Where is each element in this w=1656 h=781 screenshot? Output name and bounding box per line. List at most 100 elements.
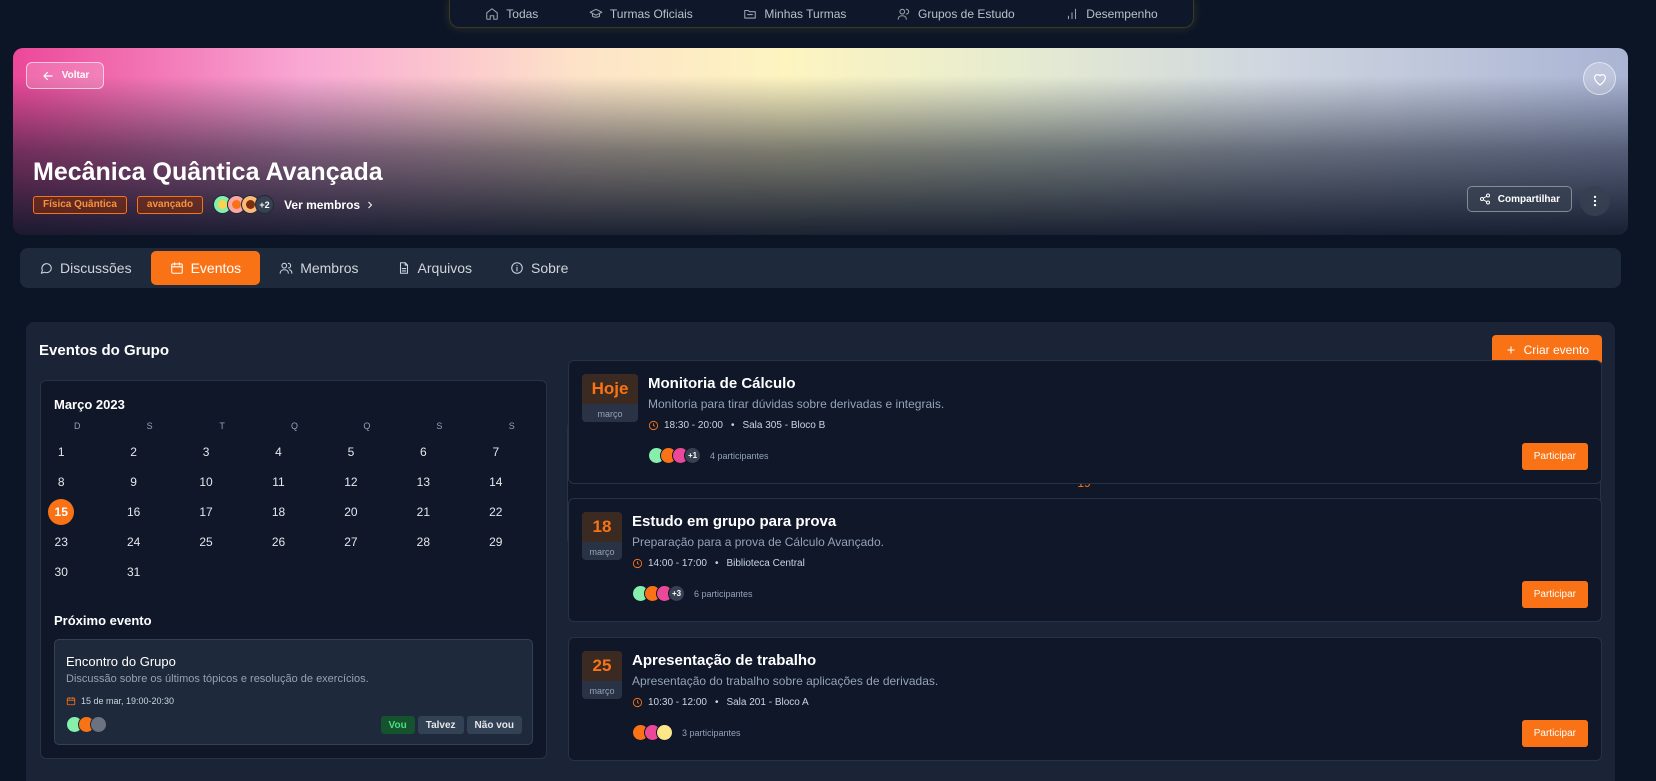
tab-label: Membros <box>300 260 359 276</box>
calendar-day[interactable]: 5 <box>315 437 387 467</box>
calendar-day[interactable]: 4 <box>242 437 314 467</box>
create-event-label: Criar evento <box>1523 343 1589 357</box>
topnav-item-label: Grupos de Estudo <box>917 6 1015 21</box>
calendar-day[interactable]: 9 <box>97 467 169 497</box>
event-month: março <box>597 409 623 419</box>
calendar-day[interactable]: 10 <box>170 467 242 497</box>
next-event-date: 15 de mar, 19:00-20:30 <box>66 696 174 706</box>
calendar-day[interactable]: 30 <box>25 557 97 587</box>
calendar-day[interactable]: 27 <box>315 527 387 557</box>
info-icon <box>511 262 523 274</box>
folder-icon <box>744 9 757 19</box>
tab-eventos[interactable]: Eventos <box>150 251 261 285</box>
calendar-day[interactable]: 2 <box>97 437 169 467</box>
separator-dot: • <box>714 697 719 708</box>
separator-dot: • <box>730 420 735 431</box>
calendar-day[interactable]: 18 <box>242 497 314 527</box>
calendar-day[interactable]: 21 <box>387 497 459 527</box>
topnav-item-desempenho[interactable]: Desempenho <box>1065 7 1158 21</box>
calendar-day[interactable]: 1 <box>25 437 97 467</box>
calendar-day[interactable]: 8 <box>25 467 97 497</box>
rsvp-maybe-button[interactable]: Talvez <box>417 716 464 734</box>
tab-sobre[interactable]: Sobre <box>491 251 587 285</box>
event-description: Apresentação do trabalho sobre aplicaçõe… <box>632 674 939 688</box>
calendar-day[interactable]: 3 <box>170 437 242 467</box>
topnav-item-todas[interactable]: Todas <box>485 7 538 21</box>
calendar-day-number: 9 <box>130 475 137 489</box>
calendar-day[interactable]: 26 <box>242 527 314 557</box>
calendar-icon <box>170 262 183 274</box>
view-members-link[interactable]: Ver membros <box>284 198 376 212</box>
rsvp-yes-button[interactable]: Vou <box>380 716 415 734</box>
calendar-day-number: 16 <box>126 505 141 519</box>
calendar-day[interactable]: 12 <box>315 467 387 497</box>
calendar-day-number: 30 <box>54 565 68 579</box>
calendar-day-number: 17 <box>199 505 213 519</box>
event-time-location: 18:30 - 20:00 • Sala 305 - Bloco B <box>648 420 825 431</box>
tab-arquivos[interactable]: Arquivos <box>378 251 491 285</box>
avatar-more-count: +2 <box>255 195 275 214</box>
event-description: Monitoria para tirar dúvidas sobre deriv… <box>648 397 945 411</box>
group-title: Mecânica Quântica Avançada <box>33 158 383 186</box>
calendar-day-number: 14 <box>489 475 503 489</box>
tab-discussoes[interactable]: Discussões <box>20 251 151 285</box>
back-button[interactable]: Voltar <box>26 62 104 89</box>
topnav-item-minhas-turmas[interactable]: Minhas Turmas <box>743 7 846 21</box>
calendar-day-number: 20 <box>344 505 358 519</box>
event-title: Estudo em grupo para prova <box>632 513 837 530</box>
calendar-icon <box>66 697 76 706</box>
calendar-day[interactable]: 29 <box>460 527 532 557</box>
participant-avatars <box>632 724 673 741</box>
calendar-day[interactable]: 25 <box>170 527 242 557</box>
event-card[interactable]: 25 março Apresentação de trabalho Aprese… <box>568 637 1602 761</box>
more-vertical-icon <box>1593 195 1597 207</box>
participants-count: 3 participantes <box>682 727 741 738</box>
join-event-button[interactable]: Participar <box>1521 443 1588 470</box>
calendar-day[interactable]: 22 <box>460 497 532 527</box>
calendar-day[interactable]: 13 <box>387 467 459 497</box>
calendar-day[interactable]: 23 <box>25 527 97 557</box>
calendar-day[interactable]: 17 <box>170 497 242 527</box>
event-time-location: 14:00 - 17:00 • Biblioteca Central <box>632 558 805 569</box>
next-event-card[interactable]: Encontro do Grupo Discussão sobre os últ… <box>54 639 533 745</box>
avatar <box>90 716 107 733</box>
tab-membros[interactable]: Membros <box>260 251 377 285</box>
topnav-item-grupos-de-estudo[interactable]: Grupos de Estudo <box>897 7 1015 21</box>
calendar-day[interactable]: 31 <box>97 557 169 587</box>
share-button[interactable]: Compartilhar <box>1466 186 1572 212</box>
join-event-button[interactable]: Participar <box>1521 581 1588 608</box>
event-card[interactable]: 18 março Estudo em grupo para prova Prep… <box>568 498 1602 622</box>
calendar-day[interactable]: 11 <box>242 467 314 497</box>
event-location: Sala 201 - Bloco A <box>726 697 809 708</box>
tab-label: Sobre <box>531 260 569 276</box>
plus-icon <box>1507 346 1515 354</box>
calendar-day[interactable]: 7 <box>460 437 532 467</box>
calendar-day-number: 26 <box>271 535 286 549</box>
event-card[interactable]: Hoje março Monitoria de Cálculo Monitori… <box>568 360 1602 484</box>
favorite-button[interactable] <box>1583 62 1616 95</box>
calendar-day[interactable]: 20 <box>315 497 387 527</box>
rsvp-no-button[interactable]: Não vou <box>466 716 522 734</box>
group-meta: Física Quântica avançado +2 Ver membros <box>33 195 376 214</box>
panel-title: Eventos do Grupo <box>39 342 170 359</box>
event-day: 25 <box>582 651 622 681</box>
share-button-label: Compartilhar <box>1497 193 1560 205</box>
calendar-widget: Março 2023 D S T Q Q S S 1 2 3 4 5 6 7 8 9 10 11 12 13 14 15 1… <box>40 380 1601 759</box>
member-avatars[interactable]: +2 <box>213 195 275 214</box>
calendar-grid: DSTQQSS123456789101112131415161718192021… <box>41 421 1601 587</box>
calendar-day[interactable]: 14 <box>460 467 532 497</box>
event-date-badge: 25 março <box>582 651 622 699</box>
avatar-more-count: +3 <box>668 585 685 602</box>
calendar-day-number: 10 <box>199 475 213 489</box>
calendar-day[interactable]: 16 <box>97 497 169 527</box>
calendar-day[interactable]: 15 <box>25 497 97 527</box>
calendar-day[interactable]: 6 <box>387 437 459 467</box>
event-month: março <box>589 547 615 557</box>
calendar-day[interactable]: 24 <box>97 527 169 557</box>
join-event-button[interactable]: Participar <box>1521 720 1588 747</box>
calendar-weekday: Q <box>290 421 298 431</box>
topnav-item-turmas-oficiais[interactable]: Turmas Oficiais <box>589 7 693 21</box>
calendar-day[interactable]: 28 <box>387 527 459 557</box>
calendar-day-number: 31 <box>126 565 141 579</box>
more-options-button[interactable] <box>1580 186 1610 216</box>
